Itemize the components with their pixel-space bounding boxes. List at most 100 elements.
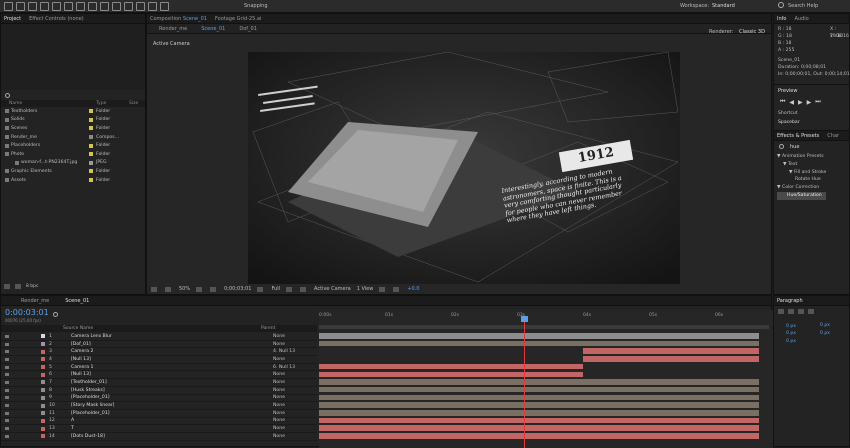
subtab-dof-01[interactable]: Dof_01 bbox=[239, 26, 257, 32]
pan-tool-icon[interactable] bbox=[64, 1, 73, 11]
layer-row[interactable]: 1 Camera Lens Blur None bbox=[1, 333, 317, 341]
tab-info[interactable]: Info bbox=[777, 16, 786, 22]
camera-tool-icon[interactable] bbox=[52, 1, 61, 11]
label-color[interactable] bbox=[89, 126, 93, 131]
layer-name[interactable]: T bbox=[71, 426, 74, 431]
layer-row[interactable]: 8 [Husk Streaks] None bbox=[1, 387, 317, 395]
visibility-icon[interactable] bbox=[5, 434, 9, 438]
tab-paragraph[interactable]: Paragraph bbox=[777, 298, 803, 304]
region-icon[interactable] bbox=[165, 286, 171, 292]
layer-duration-bar[interactable] bbox=[319, 386, 759, 393]
layer-duration-bar[interactable] bbox=[319, 425, 759, 431]
layer-label-color[interactable] bbox=[41, 434, 45, 439]
layer-label-color[interactable] bbox=[41, 380, 45, 385]
snapshot-icon[interactable] bbox=[151, 286, 157, 292]
views-select[interactable]: 1 View bbox=[357, 286, 374, 292]
grid-icon[interactable] bbox=[196, 286, 203, 292]
exposure-value[interactable]: +0.0 bbox=[407, 286, 419, 292]
comp-timecode[interactable]: 0;00;03;01 bbox=[224, 286, 251, 292]
channel-icon[interactable] bbox=[257, 286, 264, 292]
layer-parent[interactable]: None bbox=[273, 357, 285, 362]
search-icon[interactable] bbox=[53, 312, 58, 317]
effects-tree-item[interactable]: ▼ Color Correction bbox=[777, 184, 826, 192]
layer-name[interactable]: [Placeholder_01] bbox=[71, 411, 110, 416]
timeline-timecode[interactable]: 0:00:03:01 bbox=[5, 308, 49, 317]
label-color[interactable] bbox=[89, 135, 93, 140]
column-source-name[interactable]: Source Name bbox=[63, 326, 93, 331]
layer-duration-bar[interactable] bbox=[319, 394, 759, 401]
label-color[interactable] bbox=[89, 152, 93, 157]
rectangle-tool-icon[interactable] bbox=[76, 1, 85, 11]
layer-name[interactable]: [Null 13] bbox=[71, 372, 91, 377]
layer-row[interactable]: 9 [Placeholder_01] None bbox=[1, 395, 317, 403]
search-icon[interactable] bbox=[778, 2, 784, 8]
layer-parent[interactable]: None bbox=[273, 372, 285, 377]
layer-label-color[interactable] bbox=[41, 365, 45, 370]
layer-parent[interactable]: None bbox=[273, 395, 285, 400]
visibility-icon[interactable] bbox=[5, 411, 9, 415]
layer-name[interactable]: [Placeholder_01] bbox=[71, 395, 110, 400]
layer-row[interactable]: 5 Camera 1 6. Null 13 bbox=[1, 364, 317, 372]
label-color[interactable] bbox=[89, 109, 93, 114]
layer-label-color[interactable] bbox=[41, 403, 45, 408]
tab-project[interactable]: Project bbox=[4, 16, 21, 22]
project-item[interactable]: woman-f...t-PN2364T.jpg JPEG bbox=[1, 159, 145, 168]
puppet-tool-icon[interactable] bbox=[160, 1, 169, 11]
layer-parent[interactable]: None bbox=[273, 334, 285, 339]
layer-row[interactable]: 6 [Null 13] None bbox=[1, 371, 317, 380]
renderer-value[interactable]: Classic 3D bbox=[739, 29, 765, 35]
project-item[interactable]: Solids Folder bbox=[1, 116, 145, 125]
layer-duration-bar[interactable] bbox=[319, 402, 759, 408]
subtab-scene-01[interactable]: Scene_01 bbox=[201, 26, 225, 32]
label-color[interactable] bbox=[89, 143, 93, 148]
layer-duration-bar[interactable] bbox=[583, 348, 759, 354]
layer-duration-bar[interactable] bbox=[319, 379, 759, 385]
playhead-line[interactable] bbox=[524, 318, 525, 448]
effects-tree-item[interactable]: ▼ Animation Presets bbox=[777, 153, 826, 161]
layer-label-color[interactable] bbox=[41, 388, 45, 393]
column-parent[interactable]: Parent bbox=[261, 326, 275, 331]
bpc-label[interactable]: 8 bpc bbox=[26, 284, 38, 289]
layer-label-color[interactable] bbox=[41, 426, 45, 431]
align-right-icon[interactable] bbox=[798, 309, 804, 314]
eraser-tool-icon[interactable] bbox=[136, 1, 145, 11]
layer-name[interactable]: [Story Mask linear] bbox=[71, 403, 114, 408]
workspace-select[interactable]: Standard bbox=[712, 3, 735, 9]
layer-name[interactable]: Camera 2 bbox=[71, 349, 93, 354]
project-item[interactable]: Photo Folder bbox=[1, 150, 145, 159]
column-name[interactable]: Name bbox=[9, 101, 22, 106]
effects-tree-item[interactable]: ▼ Text bbox=[777, 161, 826, 169]
layer-name[interactable]: [Dots Dust-18] bbox=[71, 434, 105, 439]
transparency-icon[interactable] bbox=[286, 286, 293, 292]
playhead-handle[interactable] bbox=[521, 316, 528, 322]
tab-effects-presets[interactable]: Effects & Presets bbox=[777, 133, 819, 139]
roto-tool-icon[interactable] bbox=[148, 1, 157, 11]
visibility-icon[interactable] bbox=[5, 419, 9, 423]
tab-character[interactable]: Char bbox=[827, 133, 839, 139]
layer-parent[interactable]: None bbox=[273, 380, 285, 385]
layer-duration-bar[interactable] bbox=[583, 356, 759, 362]
layer-label-color[interactable] bbox=[41, 418, 45, 423]
layer-label-color[interactable] bbox=[41, 334, 45, 339]
toggle-icon[interactable] bbox=[379, 286, 386, 292]
layer-label-color[interactable] bbox=[41, 342, 45, 347]
search-help[interactable]: Search Help bbox=[788, 3, 818, 9]
zoom-tool-icon[interactable] bbox=[28, 1, 37, 11]
visibility-icon[interactable] bbox=[5, 396, 9, 400]
visibility-icon[interactable] bbox=[5, 404, 9, 408]
layer-label-color[interactable] bbox=[41, 349, 45, 354]
layer-row[interactable]: 13 T None bbox=[1, 425, 317, 433]
space-before[interactable]: 0 px bbox=[786, 331, 796, 336]
label-color[interactable] bbox=[89, 169, 93, 174]
layer-name[interactable]: Camera 1 bbox=[71, 365, 93, 370]
clone-tool-icon[interactable] bbox=[124, 1, 133, 11]
layer-name[interactable]: Camera Lens Blur bbox=[71, 334, 112, 339]
time-ruler[interactable]: 0:00s01s02s03s04s05s06s bbox=[319, 313, 769, 323]
layer-parent[interactable]: 4. Null 13 bbox=[273, 349, 295, 354]
subtab-render-me[interactable]: Render_me bbox=[159, 26, 187, 32]
next-frame-icon[interactable]: ▶ bbox=[807, 99, 812, 106]
layer-duration-bar[interactable] bbox=[319, 340, 759, 347]
layer-parent[interactable]: None bbox=[273, 426, 285, 431]
tab-footage[interactable]: Footage Grid-25.ai bbox=[215, 16, 261, 22]
visibility-icon[interactable] bbox=[5, 350, 9, 354]
